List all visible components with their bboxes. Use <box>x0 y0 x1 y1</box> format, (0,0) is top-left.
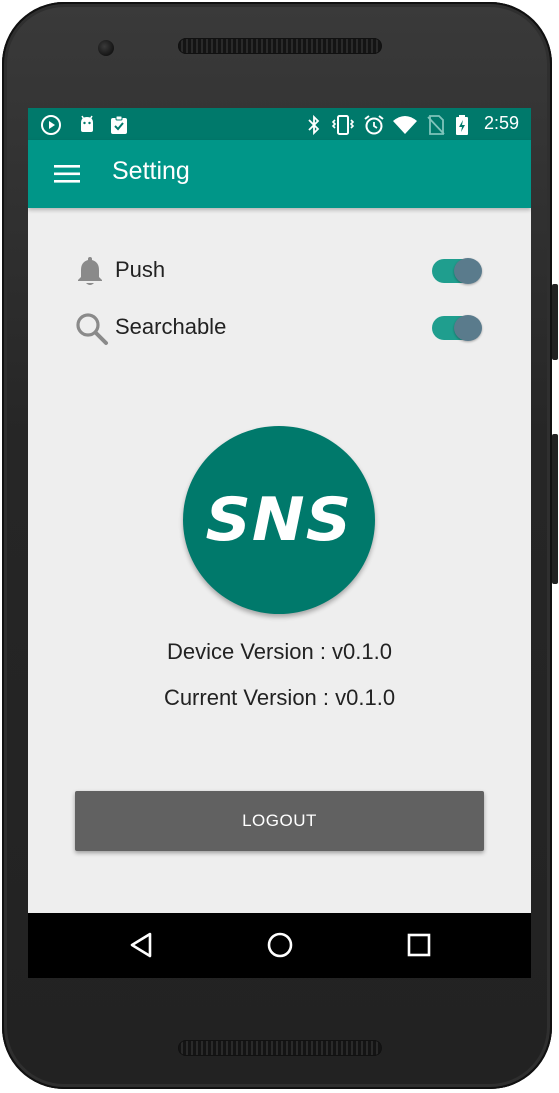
setting-row-searchable: Searchable <box>74 307 494 347</box>
setting-row-push: Push <box>74 250 494 290</box>
alarm-icon <box>364 115 384 135</box>
bell-icon <box>78 257 102 285</box>
wifi-icon <box>393 116 417 134</box>
power-button <box>552 284 558 360</box>
searchable-label: Searchable <box>115 314 227 339</box>
home-icon[interactable] <box>266 931 294 959</box>
navigation-bar <box>28 913 531 978</box>
back-icon[interactable] <box>128 931 154 959</box>
logo-text: SNS <box>205 485 353 555</box>
phone-frame: 2:59 Setting Push Searchable SNS Device … <box>2 2 558 1089</box>
search-icon <box>76 313 108 345</box>
screen: 2:59 Setting Push Searchable SNS Device … <box>28 108 531 978</box>
device-version: Device Version : v0.1.0 <box>166 639 392 664</box>
current-version: Current Version : v0.1.0 <box>163 685 396 710</box>
hamburger-menu-icon[interactable] <box>54 161 80 187</box>
front-camera <box>98 40 114 56</box>
clipboard-check-icon <box>111 115 127 134</box>
push-toggle-thumb <box>454 258 482 284</box>
volume-button <box>552 434 558 584</box>
searchable-toggle-thumb <box>454 315 482 341</box>
bluetooth-icon <box>308 114 320 136</box>
recents-icon[interactable] <box>406 931 432 959</box>
status-bar: 2:59 <box>28 108 531 140</box>
no-sim-icon <box>427 115 445 135</box>
status-time: 2:59 <box>483 113 519 133</box>
vibrate-icon <box>331 115 355 135</box>
searchable-toggle[interactable] <box>432 315 482 341</box>
push-label: Push <box>115 257 166 282</box>
app-bar: Setting <box>28 140 531 208</box>
battery-charging-icon <box>456 115 468 135</box>
bottom-speaker <box>178 1040 382 1056</box>
sns-logo: SNS <box>183 426 375 614</box>
logout-button[interactable]: LOGOUT <box>75 791 484 851</box>
play-icon <box>41 115 61 135</box>
push-toggle[interactable] <box>432 258 482 284</box>
android-icon <box>81 115 93 132</box>
page-title: Setting <box>112 157 190 185</box>
top-speaker <box>178 38 382 54</box>
